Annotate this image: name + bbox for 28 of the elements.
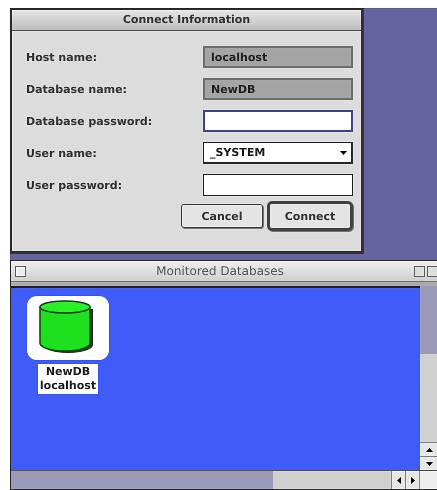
cancel-button[interactable]: Cancel [181,204,263,228]
right-arrow-icon[interactable] [410,476,414,484]
down-arrow-icon[interactable] [426,462,432,466]
window-title: Monitored Databases [155,264,285,278]
input-field[interactable] [203,110,353,132]
field-label: User password: [26,178,122,192]
input-field: localhost [203,46,353,68]
database-name: NewDB [46,365,90,379]
input-field: NewDB [203,78,353,100]
horizontal-scrollbar[interactable] [11,470,437,489]
user-name-dropdown[interactable]: _SYSTEM [203,142,353,164]
field-label: Host name: [26,50,97,64]
vertical-scrollbar[interactable] [420,286,437,470]
field-label: Database name: [26,82,127,96]
field-label: Database password: [26,114,152,128]
field-label: User name: [26,146,97,160]
close-box-icon[interactable] [15,266,26,276]
collapse-box-icon[interactable] [427,266,437,276]
host-name: localhost [40,379,96,393]
dropdown-arrow-icon [340,150,347,154]
resize-handle[interactable] [419,471,437,489]
dialog-title: Connect Information [12,10,361,31]
zoom-box-icon[interactable] [414,266,425,276]
database-icon[interactable] [27,296,109,360]
up-arrow-icon[interactable] [426,448,432,452]
connect-button[interactable]: Connect [267,201,353,231]
input-field[interactable] [203,174,353,196]
left-arrow-icon[interactable] [396,476,400,484]
